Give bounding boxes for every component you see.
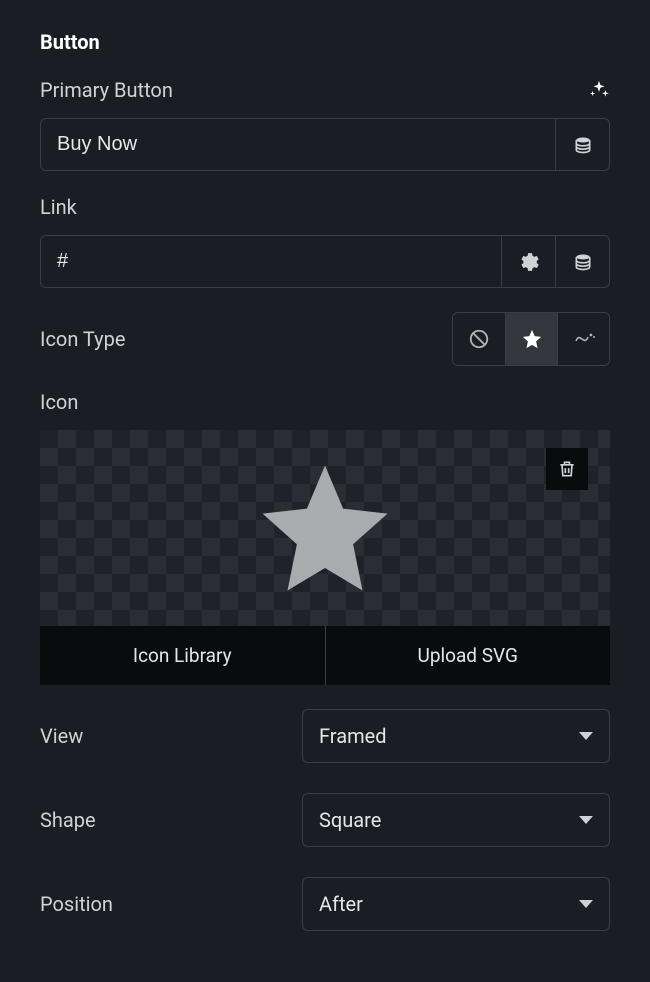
view-select[interactable]: Framed [302, 709, 610, 763]
view-label: View [40, 724, 83, 748]
trash-icon[interactable] [546, 448, 588, 490]
ai-sparkle-icon[interactable] [588, 79, 610, 101]
icon-type-lottie[interactable] [557, 313, 609, 365]
icon-label: Icon [40, 390, 610, 414]
section-title: Button [40, 30, 610, 54]
chevron-down-icon [579, 816, 593, 824]
icon-preview[interactable] [40, 430, 610, 626]
icon-preview-section: Icon Library Upload SVG [40, 430, 610, 685]
shape-label: Shape [40, 808, 96, 832]
icon-type-none[interactable] [453, 313, 505, 365]
position-row: Position After [40, 877, 610, 931]
shape-select[interactable]: Square [302, 793, 610, 847]
icon-type-toggle [452, 312, 610, 366]
dynamic-tags-icon[interactable] [555, 236, 609, 287]
shape-row: Shape Square [40, 793, 610, 847]
gear-icon[interactable] [501, 236, 555, 287]
link-field: Link [40, 195, 610, 288]
position-select[interactable]: After [302, 877, 610, 931]
position-label: Position [40, 892, 113, 916]
chevron-down-icon [579, 900, 593, 908]
icon-type-label: Icon Type [40, 327, 125, 351]
icon-library-tab[interactable]: Icon Library [40, 626, 326, 685]
link-input[interactable] [41, 236, 501, 287]
view-value: Framed [319, 724, 387, 748]
icon-type-row: Icon Type [40, 312, 610, 366]
upload-svg-tab[interactable]: Upload SVG [326, 626, 611, 685]
dynamic-tags-icon[interactable] [555, 119, 609, 170]
view-row: View Framed [40, 709, 610, 763]
star-icon [250, 453, 400, 603]
position-value: After [319, 892, 363, 916]
primary-button-input[interactable] [41, 119, 555, 170]
primary-button-label: Primary Button [40, 78, 173, 102]
shape-value: Square [319, 808, 381, 832]
link-label: Link [40, 195, 77, 219]
chevron-down-icon [579, 732, 593, 740]
primary-button-field: Primary Button [40, 78, 610, 171]
icon-type-icon[interactable] [505, 313, 557, 365]
